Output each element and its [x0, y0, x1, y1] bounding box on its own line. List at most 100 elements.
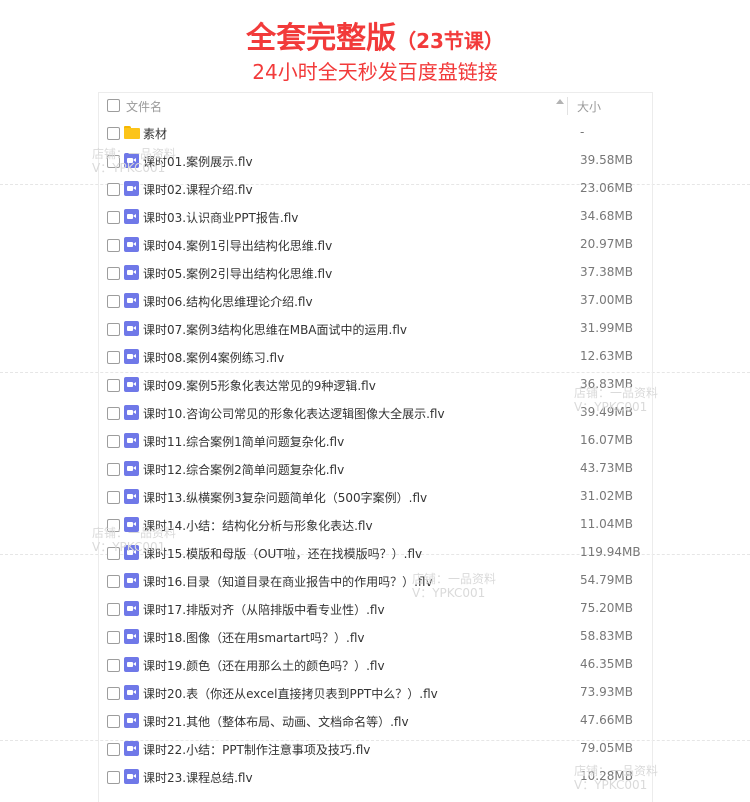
video-file-icon: [124, 181, 140, 196]
row-checkbox[interactable]: [107, 435, 120, 448]
row-checkbox[interactable]: [107, 603, 120, 616]
file-name[interactable]: 课时23.课程总结.flv: [143, 769, 253, 786]
row-checkbox[interactable]: [107, 491, 120, 504]
file-size: 46.35MB: [580, 657, 633, 671]
file-row[interactable]: 课时03.认识商业PPT报告.flv 34.68MB: [99, 203, 652, 231]
file-row[interactable]: 课时04.案例1引导出结构化思维.flv 20.97MB: [99, 231, 652, 259]
file-row[interactable]: 课时02.课程介绍.flv 23.06MB: [99, 175, 652, 203]
file-list-header: 文件名 大小: [99, 93, 652, 118]
file-size: 11.04MB: [580, 517, 633, 531]
file-name[interactable]: 课时08.案例4案例练习.flv: [143, 349, 284, 366]
row-checkbox[interactable]: [107, 771, 120, 784]
watermark-contact: V：YPKC001: [412, 586, 486, 600]
file-row[interactable]: 课时22.小结：PPT制作注意事项及技巧.flv 79.05MB: [99, 735, 652, 763]
watermark-contact: V：YPKC001: [574, 778, 648, 792]
row-checkbox[interactable]: [107, 351, 120, 364]
file-row[interactable]: 课时11.综合案例1简单问题复杂化.flv 16.07MB: [99, 427, 652, 455]
file-row[interactable]: 课时14.小结：结构化分析与形象化表达.flv 11.04MB: [99, 511, 652, 539]
watermark-shop: 店铺：一品资料: [92, 147, 177, 161]
file-row[interactable]: 课时07.案例3结构化思维在MBA面试中的运用.flv 31.99MB: [99, 315, 652, 343]
row-checkbox[interactable]: [107, 127, 120, 140]
file-name[interactable]: 课时03.认识商业PPT报告.flv: [143, 209, 298, 226]
file-row[interactable]: 课时17.排版对齐（从陪排版中看专业性）.flv 75.20MB: [99, 595, 652, 623]
folder-row[interactable]: 素材 -: [99, 119, 652, 147]
file-name[interactable]: 课时02.课程介绍.flv: [143, 181, 253, 198]
file-name[interactable]: 课时09.案例5形象化表达常见的9种逻辑.flv: [143, 377, 376, 394]
video-file-icon: [124, 489, 140, 504]
row-checkbox[interactable]: [107, 687, 120, 700]
file-name[interactable]: 课时06.结构化思维理论介绍.flv: [143, 293, 313, 310]
row-checkbox[interactable]: [107, 295, 120, 308]
video-file-icon: [124, 601, 140, 616]
watermark-shop: 店铺：一品资料: [92, 526, 177, 540]
file-size: 31.99MB: [580, 321, 633, 335]
row-checkbox[interactable]: [107, 267, 120, 280]
sort-arrow-icon[interactable]: [556, 99, 564, 104]
column-header-size[interactable]: 大小: [577, 98, 601, 115]
watermark-shop: 店铺：一品资料: [412, 572, 497, 586]
file-name[interactable]: 课时07.案例3结构化思维在MBA面试中的运用.flv: [143, 321, 407, 338]
select-all-checkbox[interactable]: [107, 99, 120, 112]
file-row[interactable]: 课时10.咨询公司常见的形象化表达逻辑图像大全展示.flv 39.49MB: [99, 399, 652, 427]
file-name[interactable]: 课时15.模版和母版（OUT啦，还在找模版吗？）.flv: [143, 545, 422, 562]
file-row[interactable]: 课时06.结构化思维理论介绍.flv 37.00MB: [99, 287, 652, 315]
file-size: 75.20MB: [580, 601, 633, 615]
file-row[interactable]: 课时08.案例4案例练习.flv 12.63MB: [99, 343, 652, 371]
file-size: 16.07MB: [580, 433, 633, 447]
row-checkbox[interactable]: [107, 715, 120, 728]
file-name[interactable]: 课时19.颜色（还在用那么土的颜色吗？）.flv: [143, 657, 385, 674]
file-name[interactable]: 课时14.小结：结构化分析与形象化表达.flv: [143, 517, 373, 534]
file-size: -: [580, 125, 585, 139]
file-name[interactable]: 课时10.咨询公司常见的形象化表达逻辑图像大全展示.flv: [143, 405, 445, 422]
video-file-icon: [124, 321, 140, 336]
row-checkbox[interactable]: [107, 183, 120, 196]
watermark-shop: 店铺：一品资料: [574, 764, 659, 778]
file-size: 79.05MB: [580, 741, 633, 755]
file-row[interactable]: 课时01.案例展示.flv 39.58MB: [99, 147, 652, 175]
row-checkbox[interactable]: [107, 743, 120, 756]
file-row[interactable]: 课时19.颜色（还在用那么土的颜色吗？）.flv 46.35MB: [99, 651, 652, 679]
file-row[interactable]: 课时18.图像（还在用smartart吗？）.flv 58.83MB: [99, 623, 652, 651]
file-row[interactable]: 课时15.模版和母版（OUT啦，还在找模版吗？）.flv 119.94MB: [99, 539, 652, 567]
video-file-icon: [124, 433, 140, 448]
file-size: 47.66MB: [580, 713, 633, 727]
file-name[interactable]: 课时22.小结：PPT制作注意事项及技巧.flv: [143, 741, 370, 758]
file-name[interactable]: 课时16.目录（知道目录在商业报告中的作用吗？）.flv: [143, 573, 433, 590]
row-checkbox[interactable]: [107, 659, 120, 672]
column-header-name[interactable]: 文件名: [126, 98, 162, 115]
file-name[interactable]: 课时11.综合案例1简单问题复杂化.flv: [143, 433, 344, 450]
file-size: 58.83MB: [580, 629, 633, 643]
file-name[interactable]: 课时04.案例1引导出结构化思维.flv: [143, 237, 332, 254]
row-checkbox[interactable]: [107, 323, 120, 336]
video-file-icon: [124, 741, 140, 756]
row-checkbox[interactable]: [107, 575, 120, 588]
file-row[interactable]: 课时20.表（你还从excel直接拷贝表到PPT中么？）.flv 73.93MB: [99, 679, 652, 707]
row-checkbox[interactable]: [107, 407, 120, 420]
row-checkbox[interactable]: [107, 631, 120, 644]
video-file-icon: [124, 573, 140, 588]
file-size: 119.94MB: [580, 545, 641, 559]
file-name[interactable]: 课时20.表（你还从excel直接拷贝表到PPT中么？）.flv: [143, 685, 438, 702]
row-checkbox[interactable]: [107, 211, 120, 224]
row-checkbox[interactable]: [107, 463, 120, 476]
file-row[interactable]: 课时05.案例2引导出结构化思维.flv 37.38MB: [99, 259, 652, 287]
folder-icon: [124, 125, 140, 140]
row-checkbox[interactable]: [107, 379, 120, 392]
file-row[interactable]: 课时16.目录（知道目录在商业报告中的作用吗？）.flv 54.79MB: [99, 567, 652, 595]
file-row[interactable]: 课时21.其他（整体布局、动画、文档命名等）.flv 47.66MB: [99, 707, 652, 735]
video-file-icon: [124, 769, 140, 784]
file-row[interactable]: 课时12.综合案例2简单问题复杂化.flv 43.73MB: [99, 455, 652, 483]
video-file-icon: [124, 209, 140, 224]
file-row[interactable]: 课时13.纵横案例3复杂问题简单化（500字案例）.flv 31.02MB: [99, 483, 652, 511]
file-row[interactable]: 课时23.课程总结.flv 10.28MB: [99, 763, 652, 791]
column-divider[interactable]: [567, 97, 568, 115]
file-name[interactable]: 课时05.案例2引导出结构化思维.flv: [143, 265, 332, 282]
file-name[interactable]: 素材: [143, 125, 167, 142]
file-name[interactable]: 课时18.图像（还在用smartart吗？）.flv: [143, 629, 365, 646]
file-name[interactable]: 课时21.其他（整体布局、动画、文档命名等）.flv: [143, 713, 409, 730]
file-row[interactable]: 课时09.案例5形象化表达常见的9种逻辑.flv 36.83MB: [99, 371, 652, 399]
file-name[interactable]: 课时12.综合案例2简单问题复杂化.flv: [143, 461, 344, 478]
file-name[interactable]: 课时13.纵横案例3复杂问题简单化（500字案例）.flv: [143, 489, 427, 506]
file-name[interactable]: 课时17.排版对齐（从陪排版中看专业性）.flv: [143, 601, 385, 618]
row-checkbox[interactable]: [107, 239, 120, 252]
